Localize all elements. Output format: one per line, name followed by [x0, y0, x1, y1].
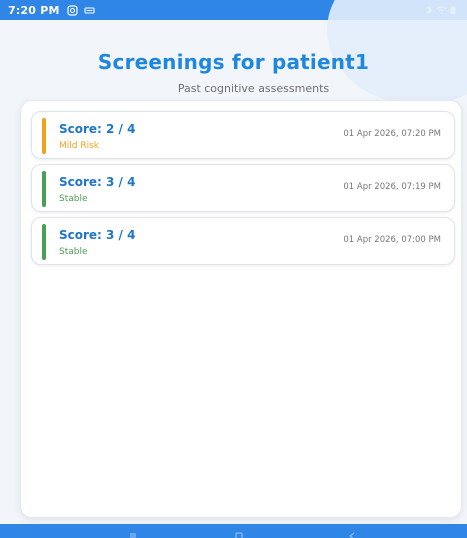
screening-risk: Stable: [59, 247, 88, 257]
screening-score: Score: 3 / 4: [59, 228, 136, 242]
risk-indicator-bar: [42, 224, 46, 260]
message-icon: [84, 5, 95, 16]
status-time: 7:20 PM: [8, 3, 60, 17]
page-subtitle: Past cognitive assessments: [177, 82, 330, 95]
risk-indicator-bar: [42, 171, 46, 207]
status-left-icons: [67, 4, 95, 16]
instagram-icon: [67, 4, 78, 16]
screening-risk: Stable: [59, 194, 88, 204]
screening-date: 01 Apr 2026, 07:19 PM: [343, 182, 441, 192]
screenings-panel: Score: 2 / 4 Mild Risk 01 Apr 2026, 07:2…: [20, 100, 462, 518]
system-navigation-bar: [0, 524, 467, 538]
screening-score: Score: 3 / 4: [59, 175, 136, 189]
screening-card[interactable]: Score: 2 / 4 Mild Risk 01 Apr 2026, 07:2…: [31, 111, 455, 159]
menu-icon[interactable]: [128, 526, 138, 538]
screening-date: 01 Apr 2026, 07:00 PM: [343, 235, 441, 245]
screening-card[interactable]: Score: 3 / 4 Stable 01 Apr 2026, 07:00 P…: [31, 217, 455, 265]
page-title: Screenings for patient1: [97, 50, 370, 74]
screening-risk: Mild Risk: [59, 141, 99, 151]
screening-date: 01 Apr 2026, 07:20 PM: [343, 129, 441, 139]
screen-header: Screenings for patient1 Past cognitive a…: [0, 50, 467, 95]
screening-score: Score: 2 / 4: [59, 122, 136, 136]
screening-card[interactable]: Score: 3 / 4 Stable 01 Apr 2026, 07:19 P…: [31, 164, 455, 212]
home-icon[interactable]: [234, 526, 244, 538]
risk-indicator-bar: [42, 118, 46, 154]
back-icon[interactable]: [347, 526, 357, 538]
app-screen: 7:20 PM Screenings for patient1 Past cog…: [0, 0, 467, 538]
